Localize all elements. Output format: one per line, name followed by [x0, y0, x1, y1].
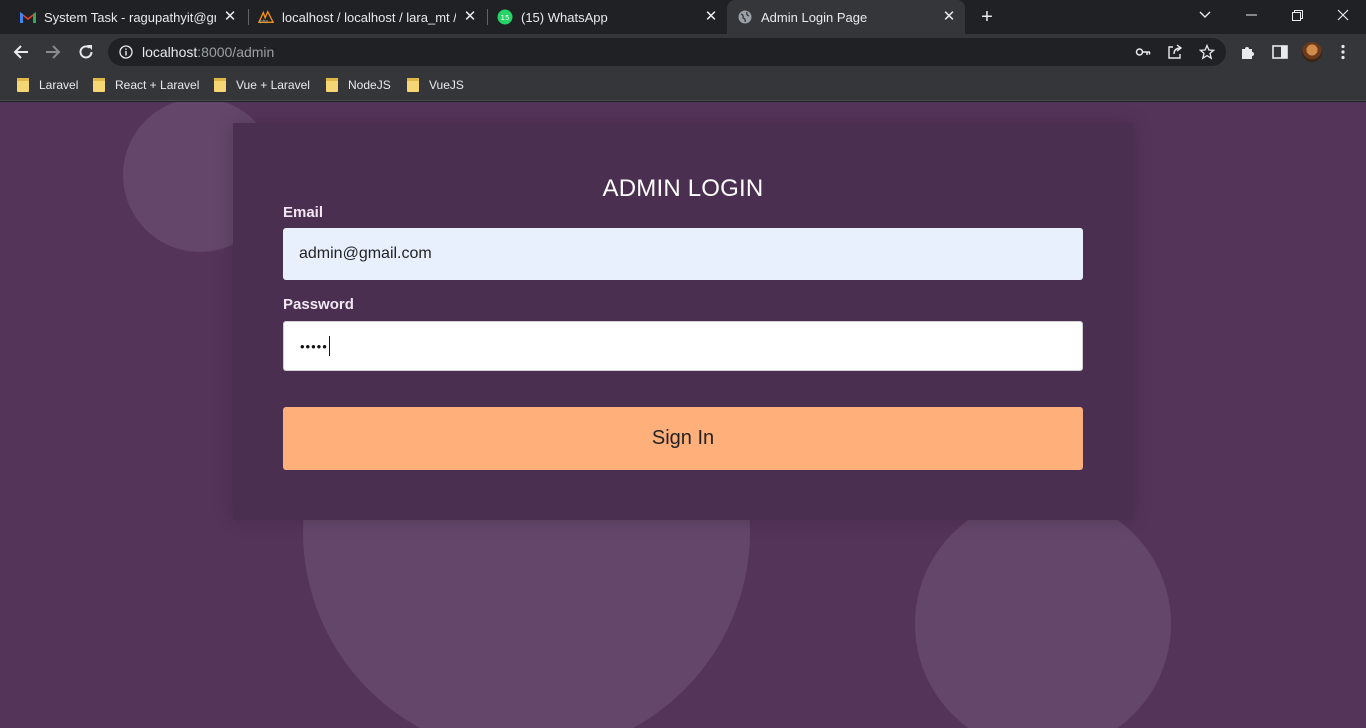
folder-icon: [17, 78, 29, 92]
back-arrow-icon[interactable]: [8, 39, 34, 65]
folder-icon: [326, 78, 338, 92]
tab-separator: [248, 9, 249, 25]
bookmark-nodejs[interactable]: NodeJS: [326, 77, 391, 93]
tab-gmail[interactable]: System Task - ragupathyit@gmail ✕: [12, 0, 244, 34]
bookmark-react-laravel[interactable]: React + Laravel: [93, 77, 199, 93]
close-tab-icon[interactable]: ✕: [703, 9, 719, 25]
folder-icon: [214, 78, 226, 92]
bookmark-label: React + Laravel: [115, 78, 200, 92]
tab-strip: System Task - ragupathyit@gmail ✕ php lo…: [0, 0, 1366, 34]
email-field[interactable]: admin@gmail.com: [283, 228, 1083, 280]
bookmark-vue-laravel[interactable]: Vue + Laravel: [214, 77, 310, 93]
bookmark-label: NodeJS: [348, 78, 391, 92]
tab-title: localhost / localhost / lara_mt / c: [282, 9, 456, 25]
gmail-icon: [20, 9, 36, 25]
extensions-puzzle-icon[interactable]: [1239, 43, 1257, 61]
globe-icon: [737, 9, 753, 25]
password-value: •••••: [300, 338, 328, 354]
password-field[interactable]: •••••: [283, 321, 1083, 371]
forward-arrow-icon[interactable]: [40, 39, 66, 65]
folder-icon: [407, 78, 419, 92]
more-menu-icon[interactable]: [1336, 43, 1350, 61]
site-info-icon[interactable]: [119, 45, 133, 59]
text-caret: [328, 336, 330, 356]
address-bar[interactable]: localhost:8000/admin: [108, 38, 1226, 66]
tab-title: (15) WhatsApp: [521, 9, 608, 25]
restore-button[interactable]: [1274, 0, 1320, 30]
login-title: ADMIN LOGIN: [602, 175, 764, 202]
login-card: ADMIN LOGIN Email admin@gmail.com Passwo…: [233, 123, 1133, 520]
close-tab-icon[interactable]: ✕: [941, 9, 957, 25]
phpmyadmin-icon: php: [258, 9, 274, 25]
whatsapp-icon: 15: [497, 9, 513, 25]
bookmark-vuejs[interactable]: VueJS: [407, 77, 464, 93]
url-host: localhost: [142, 44, 198, 60]
bookmark-star-icon[interactable]: [1198, 43, 1216, 60]
tab-phpmyadmin[interactable]: php localhost / localhost / lara_mt / c …: [252, 0, 484, 34]
whatsapp-badge: 15: [501, 14, 510, 22]
browser-toolbar: localhost:8000/admin: [0, 34, 1366, 70]
url-path: :8000/admin: [197, 44, 275, 60]
folder-icon: [93, 78, 105, 92]
bookmarks-bar: Laravel React + Laravel Vue + Laravel No…: [0, 70, 1366, 101]
sign-in-button[interactable]: Sign In: [283, 407, 1083, 470]
key-icon[interactable]: [1135, 44, 1151, 60]
bookmark-laravel[interactable]: Laravel: [17, 77, 78, 93]
svg-text:php: php: [260, 18, 269, 24]
tab-search-icon[interactable]: [1182, 0, 1228, 30]
minimize-button[interactable]: [1228, 0, 1274, 30]
email-label: Email: [283, 204, 324, 221]
tab-admin-login[interactable]: Admin Login Page ✕: [727, 0, 965, 34]
tab-title: System Task - ragupathyit@gmail: [44, 9, 216, 25]
reload-icon[interactable]: [73, 39, 99, 65]
address-url: localhost:8000/admin: [142, 44, 274, 60]
decorative-circle: [915, 496, 1171, 728]
tab-title: Admin Login Page: [761, 9, 868, 25]
tab-whatsapp[interactable]: 15 (15) WhatsApp ✕: [491, 0, 725, 34]
bookmark-label: Vue + Laravel: [236, 78, 310, 92]
email-value: admin@gmail.com: [299, 245, 432, 262]
close-tab-icon[interactable]: ✕: [462, 9, 478, 25]
password-label: Password: [283, 296, 354, 313]
tab-separator: [487, 9, 488, 25]
bookmark-label: Laravel: [39, 78, 79, 92]
page-content: ADMIN LOGIN Email admin@gmail.com Passwo…: [0, 102, 1366, 728]
close-window-button[interactable]: [1320, 0, 1366, 30]
profile-avatar[interactable]: [1302, 42, 1322, 62]
new-tab-button[interactable]: +: [976, 6, 998, 28]
bookmark-label: VueJS: [429, 78, 464, 92]
side-panel-icon[interactable]: [1271, 43, 1289, 61]
share-icon[interactable]: [1167, 44, 1183, 60]
close-tab-icon[interactable]: ✕: [222, 9, 238, 25]
